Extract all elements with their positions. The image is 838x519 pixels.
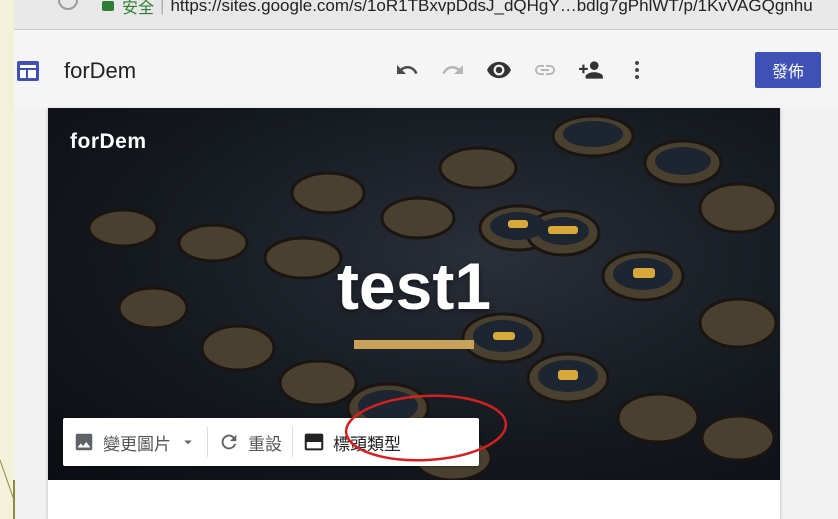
browser-url-bar: 安全 | https://sites.google.com/s/1oR1TBxv… [14,0,838,30]
redo-button[interactable] [430,54,476,86]
header-banner[interactable]: forDem test1 變更圖片 重設 標頭類型 [48,108,780,480]
eye-icon [487,61,511,79]
publish-button[interactable]: 發佈 [755,52,821,88]
undo-button[interactable] [384,54,430,86]
header-type-label: 標頭類型 [333,434,401,454]
page-canvas: forDem test1 變更圖片 重設 標頭類型 [48,108,780,519]
more-vert-icon [635,61,639,79]
header-toolbar: 變更圖片 重設 標頭類型 [63,418,479,466]
refresh-icon [221,434,237,450]
secure-label: 安全 [122,0,155,17]
title-underline [354,340,474,349]
sites-logo-icon[interactable] [16,60,40,82]
image-icon [75,433,93,451]
page-title[interactable]: test1 [48,248,780,324]
dropdown-arrow-icon [184,440,192,445]
header-type-button[interactable]: 標頭類型 [293,418,411,466]
lock-icon [102,1,114,11]
app-header: forDem 發佈 [14,30,838,108]
change-image-button[interactable]: 變更圖片 [63,418,207,466]
undo-icon [397,65,418,74]
reset-button[interactable]: 重設 [208,418,292,466]
redo-icon [442,65,463,74]
add-person-icon [579,61,603,79]
share-button[interactable] [568,54,614,86]
browser-reload-icon[interactable] [58,0,78,10]
more-options-button[interactable] [614,54,660,86]
banner-site-name: forDem [70,130,147,153]
link-icon [535,65,555,75]
site-name[interactable]: forDem [64,58,136,84]
change-image-label: 變更圖片 [103,434,171,454]
preview-button[interactable] [476,54,522,86]
copy-link-button[interactable] [522,54,568,86]
header-type-icon [304,433,324,451]
reset-label: 重設 [248,434,282,454]
url-separator: | [160,0,165,15]
editor-toolbar [384,54,660,86]
url-text[interactable]: https://sites.google.com/s/1oR1TBxvpDdsJ… [170,0,812,16]
